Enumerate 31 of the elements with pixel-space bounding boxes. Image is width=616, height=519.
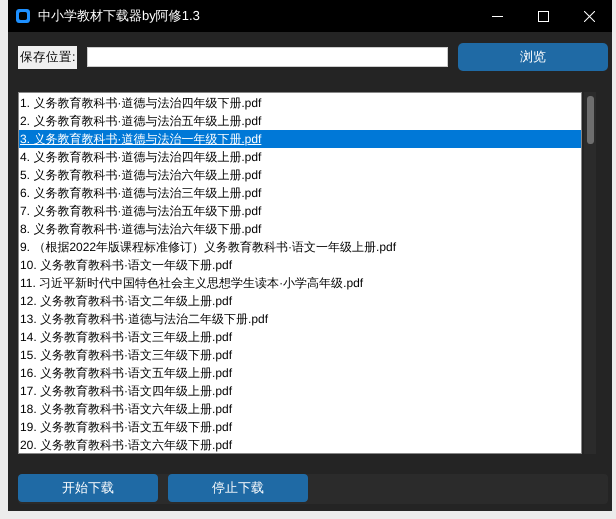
save-location-label: 保存位置: (18, 46, 78, 68)
action-button[interactable]: 开始下载 (18, 474, 158, 502)
file-item[interactable]: 4. 义务教育教科书·道德与法治四年级上册.pdf (19, 148, 581, 166)
file-item[interactable]: 15. 义务教育教科书·语文三年级下册.pdf (19, 346, 581, 364)
maximize-icon (538, 10, 548, 22)
file-item[interactable]: 6. 义务教育教科书·道德与法治三年级上册.pdf (19, 184, 581, 202)
window-title: 中小学教材下载器by阿修1.3 (38, 7, 201, 25)
scrollbar[interactable] (584, 92, 596, 454)
file-item[interactable]: 8. 义务教育教科书·道德与法治六年级下册.pdf (19, 220, 581, 238)
file-item[interactable]: 5. 义务教育教科书·道德与法治六年级上册.pdf (19, 166, 581, 184)
file-item[interactable]: 12. 义务教育教科书·语文二年级上册.pdf (19, 292, 581, 310)
file-item[interactable]: 17. 义务教育教科书·语文四年级上册.pdf (19, 382, 581, 400)
file-item[interactable]: 11. 习近平新时代中国特色社会主义思想学生读本·小学高年级.pdf (19, 274, 581, 292)
close-icon (584, 10, 594, 22)
file-item[interactable]: 7. 义务教育教科书·道德与法治五年级下册.pdf (19, 202, 581, 220)
file-item[interactable]: 13. 义务教育教科书·道德与法治二年级下册.pdf (19, 310, 581, 328)
file-item[interactable]: 2. 义务教育教科书·道德与法治五年级上册.pdf (19, 112, 581, 130)
file-item[interactable]: 3. 义务教育教科书·道德与法治一年级下册.pdf (19, 130, 581, 148)
file-item[interactable]: 14. 义务教育教科书·语文三年级上册.pdf (19, 328, 581, 346)
file-item[interactable]: 9. （根据2022年版课程标准修订）义务教育教科书·语文一年级上册.pdf (19, 238, 581, 256)
file-item[interactable]: 1. 义务教育教科书·道德与法治四年级下册.pdf (19, 94, 581, 112)
file-item[interactable]: 16. 义务教育教科书·语文五年级上册.pdf (19, 364, 581, 382)
file-item[interactable]: 10. 义务教育教科书·语文一年级下册.pdf (19, 256, 581, 274)
app-icon (16, 9, 30, 23)
file-item[interactable]: 19. 义务教育教科书·语文五年级下册.pdf (19, 418, 581, 436)
file-item[interactable]: 18. 义务教育教科书·语文六年级上册.pdf (19, 400, 581, 418)
browse-button[interactable]: 浏览 (458, 43, 608, 71)
file-item[interactable]: 20. 义务教育教科书·语文六年级下册.pdf (19, 436, 581, 453)
action-button[interactable]: 停止下载 (168, 474, 308, 502)
scrollbar-thumb[interactable] (586, 96, 594, 144)
save-location-field[interactable] (87, 47, 448, 67)
